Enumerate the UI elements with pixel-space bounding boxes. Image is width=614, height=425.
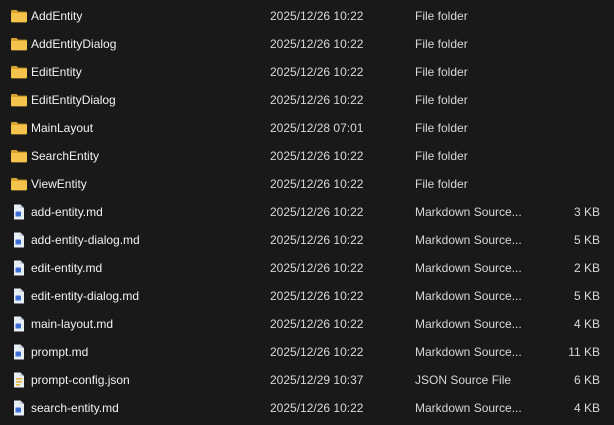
file-size — [530, 2, 600, 30]
folder-icon — [10, 8, 28, 24]
file-row[interactable]: ViewEntity 2025/12/26 10:22 File folder — [0, 170, 614, 198]
file-date-modified: 2025/12/26 10:22 — [270, 177, 364, 191]
file-size: 4 KB — [573, 317, 600, 331]
file-size — [530, 30, 600, 58]
file-name: AddEntityDialog — [31, 37, 117, 51]
file-row[interactable]: edit-entity.md 2025/12/26 10:22 Markdown S… — [0, 254, 614, 282]
file-type: Markdown Source... — [415, 317, 522, 331]
file-row[interactable]: SearchEntity 2025/12/26 10:22 File folder — [0, 142, 614, 170]
file-row[interactable]: add-entity.md 2025/12/26 10:22 Markdown So… — [0, 198, 614, 226]
file-size: 4 KB — [573, 401, 600, 415]
folder-icon — [10, 64, 28, 80]
file-list: AddEntity 2025/12/26 10:22 File folder AddE… — [0, 2, 614, 422]
file-type: File folder — [415, 177, 468, 191]
file-date-modified: 2025/12/26 10:22 — [270, 345, 364, 359]
file-date-modified: 2025/12/28 07:01 — [270, 121, 364, 135]
markdown-file-icon — [10, 316, 28, 332]
file-type: Markdown Source... — [415, 261, 522, 275]
file-date-modified: 2025/12/26 10:22 — [270, 317, 364, 331]
markdown-file-icon — [10, 400, 28, 416]
file-row[interactable]: prompt-config.json 2025/12/29 10:37 JSON S… — [0, 366, 614, 394]
file-row[interactable]: add-entity-dialog.md 2025/12/26 10:22 Mark… — [0, 226, 614, 254]
file-row[interactable]: search-entity.md 2025/12/26 10:22 Markdown… — [0, 394, 614, 422]
markdown-file-icon — [10, 344, 28, 360]
file-name: EditEntityDialog — [31, 93, 116, 107]
markdown-file-icon — [10, 260, 28, 276]
file-row[interactable]: prompt.md 2025/12/26 10:22 Markdown Source… — [0, 338, 614, 366]
file-name: prompt.md — [31, 345, 89, 359]
file-type: Markdown Source... — [415, 233, 522, 247]
file-type: Markdown Source... — [415, 205, 522, 219]
file-type: File folder — [415, 9, 468, 23]
file-type: File folder — [415, 93, 468, 107]
file-name: edit-entity.md — [31, 261, 103, 275]
folder-icon — [10, 120, 28, 136]
file-name: add-entity-dialog.md — [31, 233, 140, 247]
file-date-modified: 2025/12/26 10:22 — [270, 233, 364, 247]
file-row[interactable]: AddEntity 2025/12/26 10:22 File folder — [0, 2, 614, 30]
json-file-icon — [10, 372, 28, 388]
file-size: 5 KB — [573, 233, 600, 247]
file-date-modified: 2025/12/26 10:22 — [270, 205, 364, 219]
file-row[interactable]: AddEntityDialog 2025/12/26 10:22 File fold… — [0, 30, 614, 58]
file-date-modified: 2025/12/26 10:22 — [270, 149, 364, 163]
file-date-modified: 2025/12/26 10:22 — [270, 9, 364, 23]
file-size: 2 KB — [573, 261, 600, 275]
markdown-file-icon — [10, 204, 28, 220]
file-size — [530, 170, 600, 198]
file-type: File folder — [415, 65, 468, 79]
file-type: File folder — [415, 149, 468, 163]
folder-icon — [10, 36, 28, 52]
file-date-modified: 2025/12/26 10:22 — [270, 401, 364, 415]
file-size — [530, 114, 600, 142]
markdown-file-icon — [10, 232, 28, 248]
file-size: 5 KB — [573, 289, 600, 303]
file-name: prompt-config.json — [31, 373, 130, 387]
file-name: main-layout.md — [31, 317, 114, 331]
file-type: Markdown Source... — [415, 289, 522, 303]
file-size: 6 KB — [573, 373, 600, 387]
file-date-modified: 2025/12/29 10:37 — [270, 373, 364, 387]
file-date-modified: 2025/12/26 10:22 — [270, 261, 364, 275]
file-date-modified: 2025/12/26 10:22 — [270, 65, 364, 79]
file-type: JSON Source File — [415, 373, 512, 387]
file-date-modified: 2025/12/26 10:22 — [270, 289, 364, 303]
file-row[interactable]: edit-entity-dialog.md 2025/12/26 10:22 Mar… — [0, 282, 614, 310]
file-date-modified: 2025/12/26 10:22 — [270, 37, 364, 51]
file-name: EditEntity — [31, 65, 82, 79]
file-row[interactable]: main-layout.md 2025/12/26 10:22 Markdown S… — [0, 310, 614, 338]
file-size: 3 KB — [573, 205, 600, 219]
file-size — [530, 58, 600, 86]
file-size: 11 KB — [568, 345, 600, 359]
file-name: edit-entity-dialog.md — [31, 289, 140, 303]
folder-icon — [10, 148, 28, 164]
file-name: AddEntity — [31, 9, 83, 23]
markdown-file-icon — [10, 288, 28, 304]
file-row[interactable]: EditEntity 2025/12/26 10:22 File folder — [0, 58, 614, 86]
file-name: SearchEntity — [31, 149, 100, 163]
folder-icon — [10, 92, 28, 108]
file-row[interactable]: MainLayout 2025/12/28 07:01 File folder — [0, 114, 614, 142]
file-name: MainLayout — [31, 121, 94, 135]
file-name: search-entity.md — [31, 401, 119, 415]
file-name: ViewEntity — [31, 177, 87, 191]
file-type: File folder — [415, 121, 468, 135]
file-size — [530, 86, 600, 114]
file-name: add-entity.md — [31, 205, 103, 219]
file-row[interactable]: EditEntityDialog 2025/12/26 10:22 File fol… — [0, 86, 614, 114]
file-type: File folder — [415, 37, 468, 51]
file-date-modified: 2025/12/26 10:22 — [270, 93, 364, 107]
folder-icon — [10, 176, 28, 192]
file-size — [530, 142, 600, 170]
file-type: Markdown Source... — [415, 401, 522, 415]
file-type: Markdown Source... — [415, 345, 522, 359]
